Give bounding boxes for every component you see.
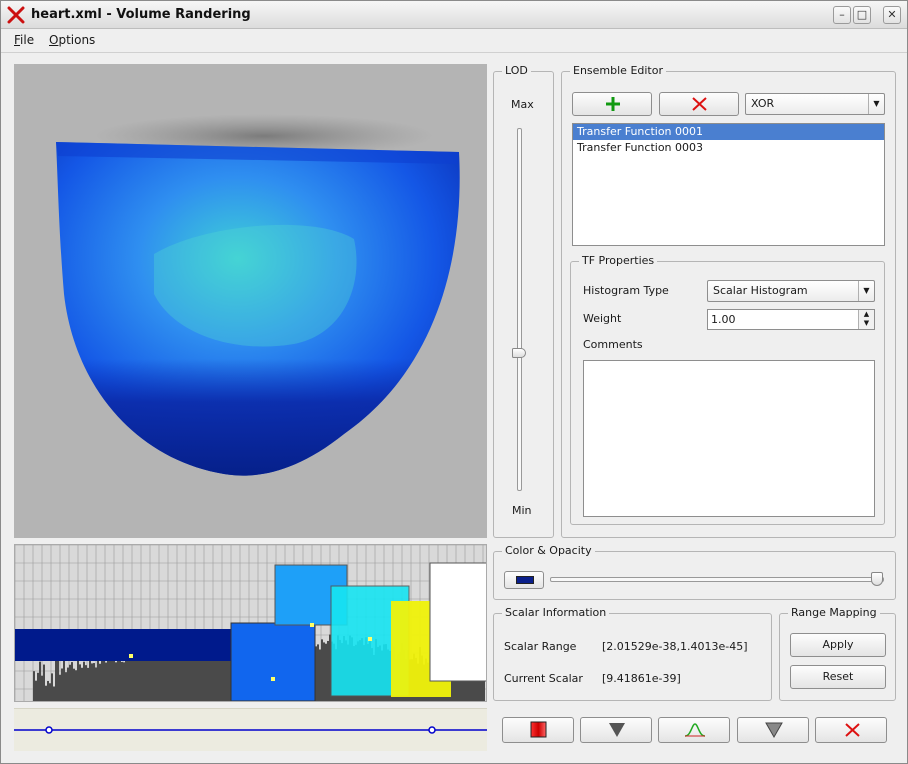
minimize-icon: – [839,8,845,21]
volume-render-viewport[interactable] [14,64,487,538]
triangle-outline-icon [765,722,783,739]
opacity-slider-handle[interactable] [871,572,884,586]
lod-slider-handle[interactable] [512,348,526,359]
delete-icon [692,97,707,111]
minimize-button[interactable]: – [833,6,851,24]
histogram-plot [15,545,487,701]
lod-group: LOD Max Min [493,64,554,538]
app-window: heart.xml - Volume Randering – □ ✕ File … [0,0,908,764]
scalar-range-value: [2.01529e-38,1.4013e-45] [602,640,748,653]
tf-widget-blue[interactable] [230,622,316,701]
weight-label: Weight [583,312,622,325]
scalar-information-title: Scalar Information [502,606,610,619]
histogram-type-select[interactable]: Scalar Histogram ▼ [707,280,875,302]
weight-spinbox[interactable]: 1.00 ▲ ▼ [707,309,875,330]
reset-button[interactable]: Reset [790,665,886,689]
triangle-down-icon [609,723,625,737]
range-mapping-title: Range Mapping [788,606,880,619]
tf-widget-dark-blue[interactable] [15,629,233,661]
tf-properties-title: TF Properties [579,254,658,267]
color-opacity-group: Color & Opacity [493,544,896,600]
scalar-range-label: Scalar Range [504,640,577,653]
range-axis-strip[interactable] [14,708,487,751]
triangle-widget-button[interactable] [580,717,652,743]
tf-widget-white[interactable] [429,562,487,682]
spin-arrows-icon[interactable]: ▲ ▼ [858,310,874,329]
plus-icon [606,97,620,111]
menu-bar: File Options [1,29,907,53]
ensemble-editor-title: Ensemble Editor [570,64,666,77]
transfer-function-editor[interactable] [14,544,487,702]
tf-control-point[interactable] [368,637,372,641]
app-logo-icon [7,6,25,24]
range-axis [14,726,487,734]
histogram-type-value: Scalar Histogram [713,284,808,297]
comments-label: Comments [583,338,643,351]
tf-list-item[interactable]: Transfer Function 0001 [573,124,884,140]
maximize-icon: □ [856,8,868,21]
range-mapping-group: Range Mapping Apply Reset [779,606,896,701]
delete-widget-button[interactable] [815,717,887,743]
window-title: heart.xml - Volume Randering [31,7,251,22]
tf-list[interactable]: Transfer Function 0001 Transfer Function … [572,123,885,246]
gaussian-icon [684,723,706,737]
menu-file[interactable]: File [14,33,34,47]
close-window-button[interactable]: ✕ [883,6,901,24]
lod-title: LOD [502,64,531,77]
color-swatch [516,576,534,584]
color-map-button[interactable] [502,717,574,743]
current-scalar-label: Current Scalar [504,672,583,685]
lod-max-label: Max [511,98,534,111]
lod-min-label: Min [512,504,532,517]
ensemble-editor-group: Ensemble Editor XOR ▼ Transfer Function … [561,64,896,538]
range-max-handle[interactable] [428,726,436,734]
tf-properties-group: TF Properties Histogram Type Scalar Hist… [570,254,885,525]
current-scalar-value: [9.41861e-39] [602,672,681,685]
weight-value: 1.00 [711,313,736,326]
color-bar-icon [530,721,547,738]
lod-slider-track[interactable] [517,128,522,491]
opacity-slider-track[interactable] [550,577,884,582]
chevron-down-icon: ▼ [868,94,884,114]
ensemble-mode-select[interactable]: XOR ▼ [745,93,885,115]
histogram-type-label: Histogram Type [583,284,669,297]
tf-list-item[interactable]: Transfer Function 0003 [573,140,884,156]
inverted-triangle-button[interactable] [737,717,809,743]
scalar-information-group: Scalar Information Scalar Range [2.01529… [493,606,772,701]
title-bar: heart.xml - Volume Randering – □ ✕ [1,1,907,29]
tf-control-point[interactable] [310,623,314,627]
tf-control-point[interactable] [271,677,275,681]
comments-textarea[interactable] [583,360,875,517]
apply-button[interactable]: Apply [790,633,886,657]
ensemble-mode-value: XOR [751,97,775,110]
add-tf-button[interactable] [572,92,652,116]
chevron-down-icon: ▼ [858,281,874,301]
menu-options[interactable]: Options [49,33,95,47]
delete-icon [845,723,860,737]
gaussian-widget-button[interactable] [658,717,730,743]
close-icon: ✕ [887,8,897,21]
range-min-handle[interactable] [45,726,53,734]
maximize-button[interactable]: □ [853,6,871,24]
tf-control-point[interactable] [129,654,133,658]
heart-volume-render [56,114,460,476]
color-opacity-title: Color & Opacity [502,544,595,557]
color-picker-button[interactable] [504,571,544,589]
remove-tf-button[interactable] [659,92,739,116]
